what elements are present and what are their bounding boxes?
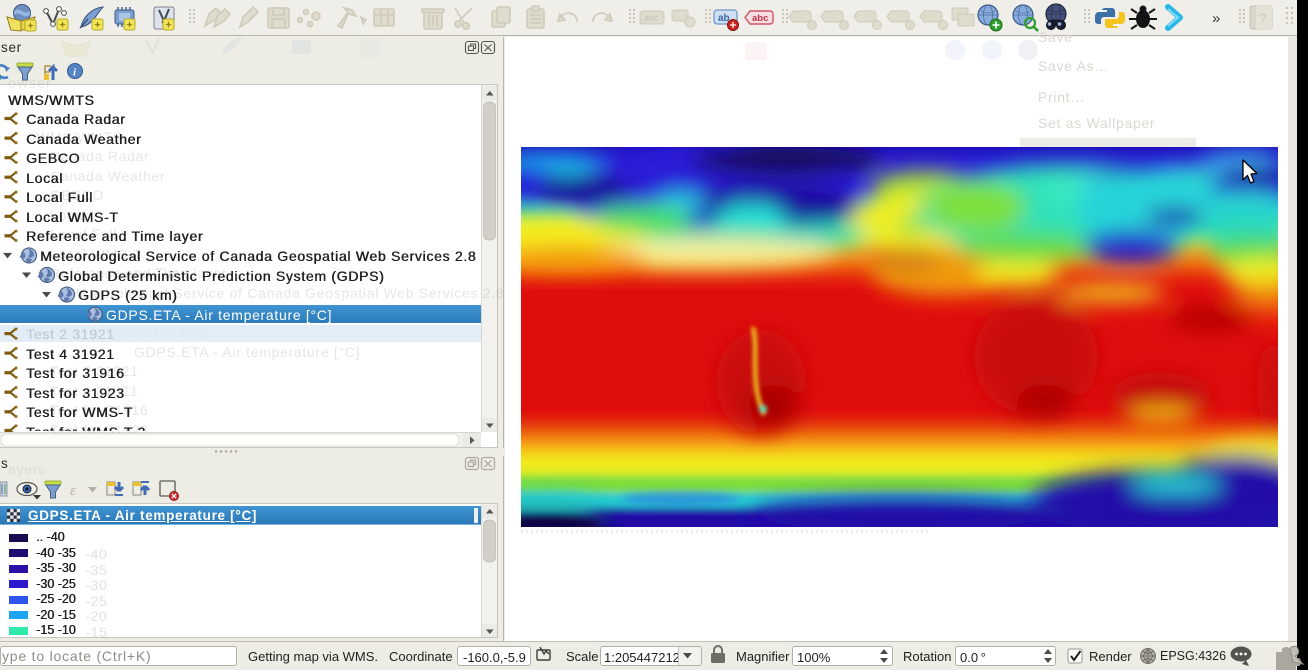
svg-text:abc: abc	[752, 13, 768, 24]
svg-text:ε: ε	[70, 483, 76, 499]
svg-text:abc: abc	[644, 13, 659, 23]
svg-text:»: »	[1212, 10, 1220, 27]
svg-text:?: ?	[1259, 10, 1267, 26]
